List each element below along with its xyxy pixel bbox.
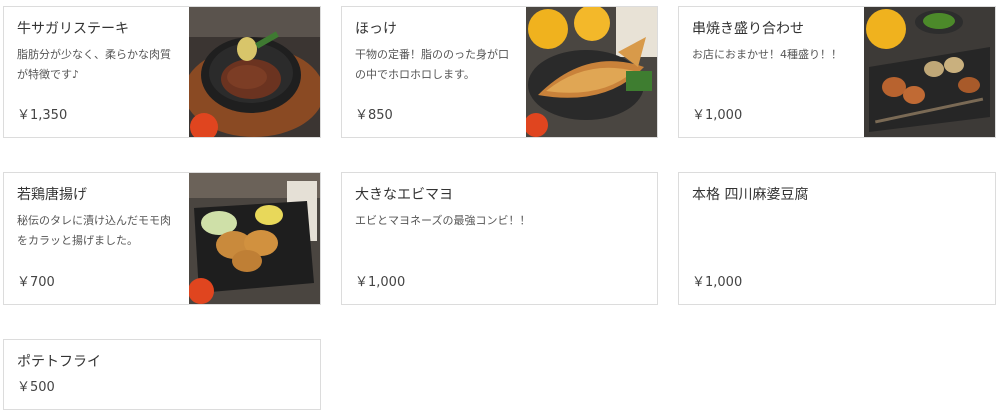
menu-item-description: 脂肪分が少なく、柔らかな肉質が特徴です♪: [17, 48, 171, 81]
menu-item-description: 干物の定番！脂ののった身が口の中でホロホロします。: [355, 48, 509, 81]
fried-chicken-photo: [189, 173, 320, 304]
menu-item-name: 牛サガリステーキ: [17, 21, 129, 37]
menu-item-price: ￥1,000: [355, 275, 406, 290]
menu-item-name: ほっけ: [355, 21, 397, 37]
menu-item-price: ￥1,000: [692, 275, 743, 290]
menu-item-text: ポテトフライ: [17, 352, 310, 399]
menu-item-price: ￥700: [17, 275, 55, 290]
menu-item-description: エビとマヨネーズの最強コンビ！！: [355, 214, 531, 227]
menu-grid: 牛サガリステーキ 脂肪分が少なく、柔らかな肉質が特徴です♪ ￥1,350 ほっけ…: [0, 0, 1000, 417]
menu-item-price: ￥1,350: [17, 108, 68, 123]
skewer-platter-photo: [864, 7, 995, 137]
menu-item-description: 秘伝のタレに漬け込んだモモ肉をカラッと揚げました。: [17, 214, 171, 247]
menu-item-card[interactable]: ほっけ 干物の定番！脂ののった身が口の中でホロホロします。 ￥850: [341, 6, 658, 138]
grilled-hokke-fish-photo: [526, 7, 657, 137]
menu-item-name: 若鶏唐揚げ: [17, 187, 87, 203]
menu-item-name: 串焼き盛り合わせ: [692, 21, 804, 37]
menu-item-name: 本格 四川麻婆豆腐: [692, 187, 809, 203]
menu-item-card[interactable]: 串焼き盛り合わせ お店におまかせ！4種盛り！！ ￥1,000: [678, 6, 996, 138]
menu-item-card[interactable]: 若鶏唐揚げ 秘伝のタレに漬け込んだモモ肉をカラッと揚げました。 ￥700: [3, 172, 321, 305]
menu-item-card[interactable]: 本格 四川麻婆豆腐 ￥1,000: [678, 172, 996, 305]
menu-item-card[interactable]: ポテトフライ ￥500: [3, 339, 321, 410]
steak-plate-photo: [189, 7, 320, 137]
menu-item-name: 大きなエビマヨ: [355, 187, 453, 203]
menu-item-price: ￥500: [17, 380, 55, 395]
menu-item-card[interactable]: 牛サガリステーキ 脂肪分が少なく、柔らかな肉質が特徴です♪ ￥1,350: [3, 6, 321, 138]
menu-item-price: ￥1,000: [692, 108, 743, 123]
menu-item-card[interactable]: 大きなエビマヨ エビとマヨネーズの最強コンビ！！ ￥1,000: [341, 172, 658, 305]
menu-item-description: お店におまかせ！4種盛り！！: [692, 48, 842, 61]
menu-item-name: ポテトフライ: [17, 354, 101, 370]
menu-item-price: ￥850: [355, 108, 393, 123]
